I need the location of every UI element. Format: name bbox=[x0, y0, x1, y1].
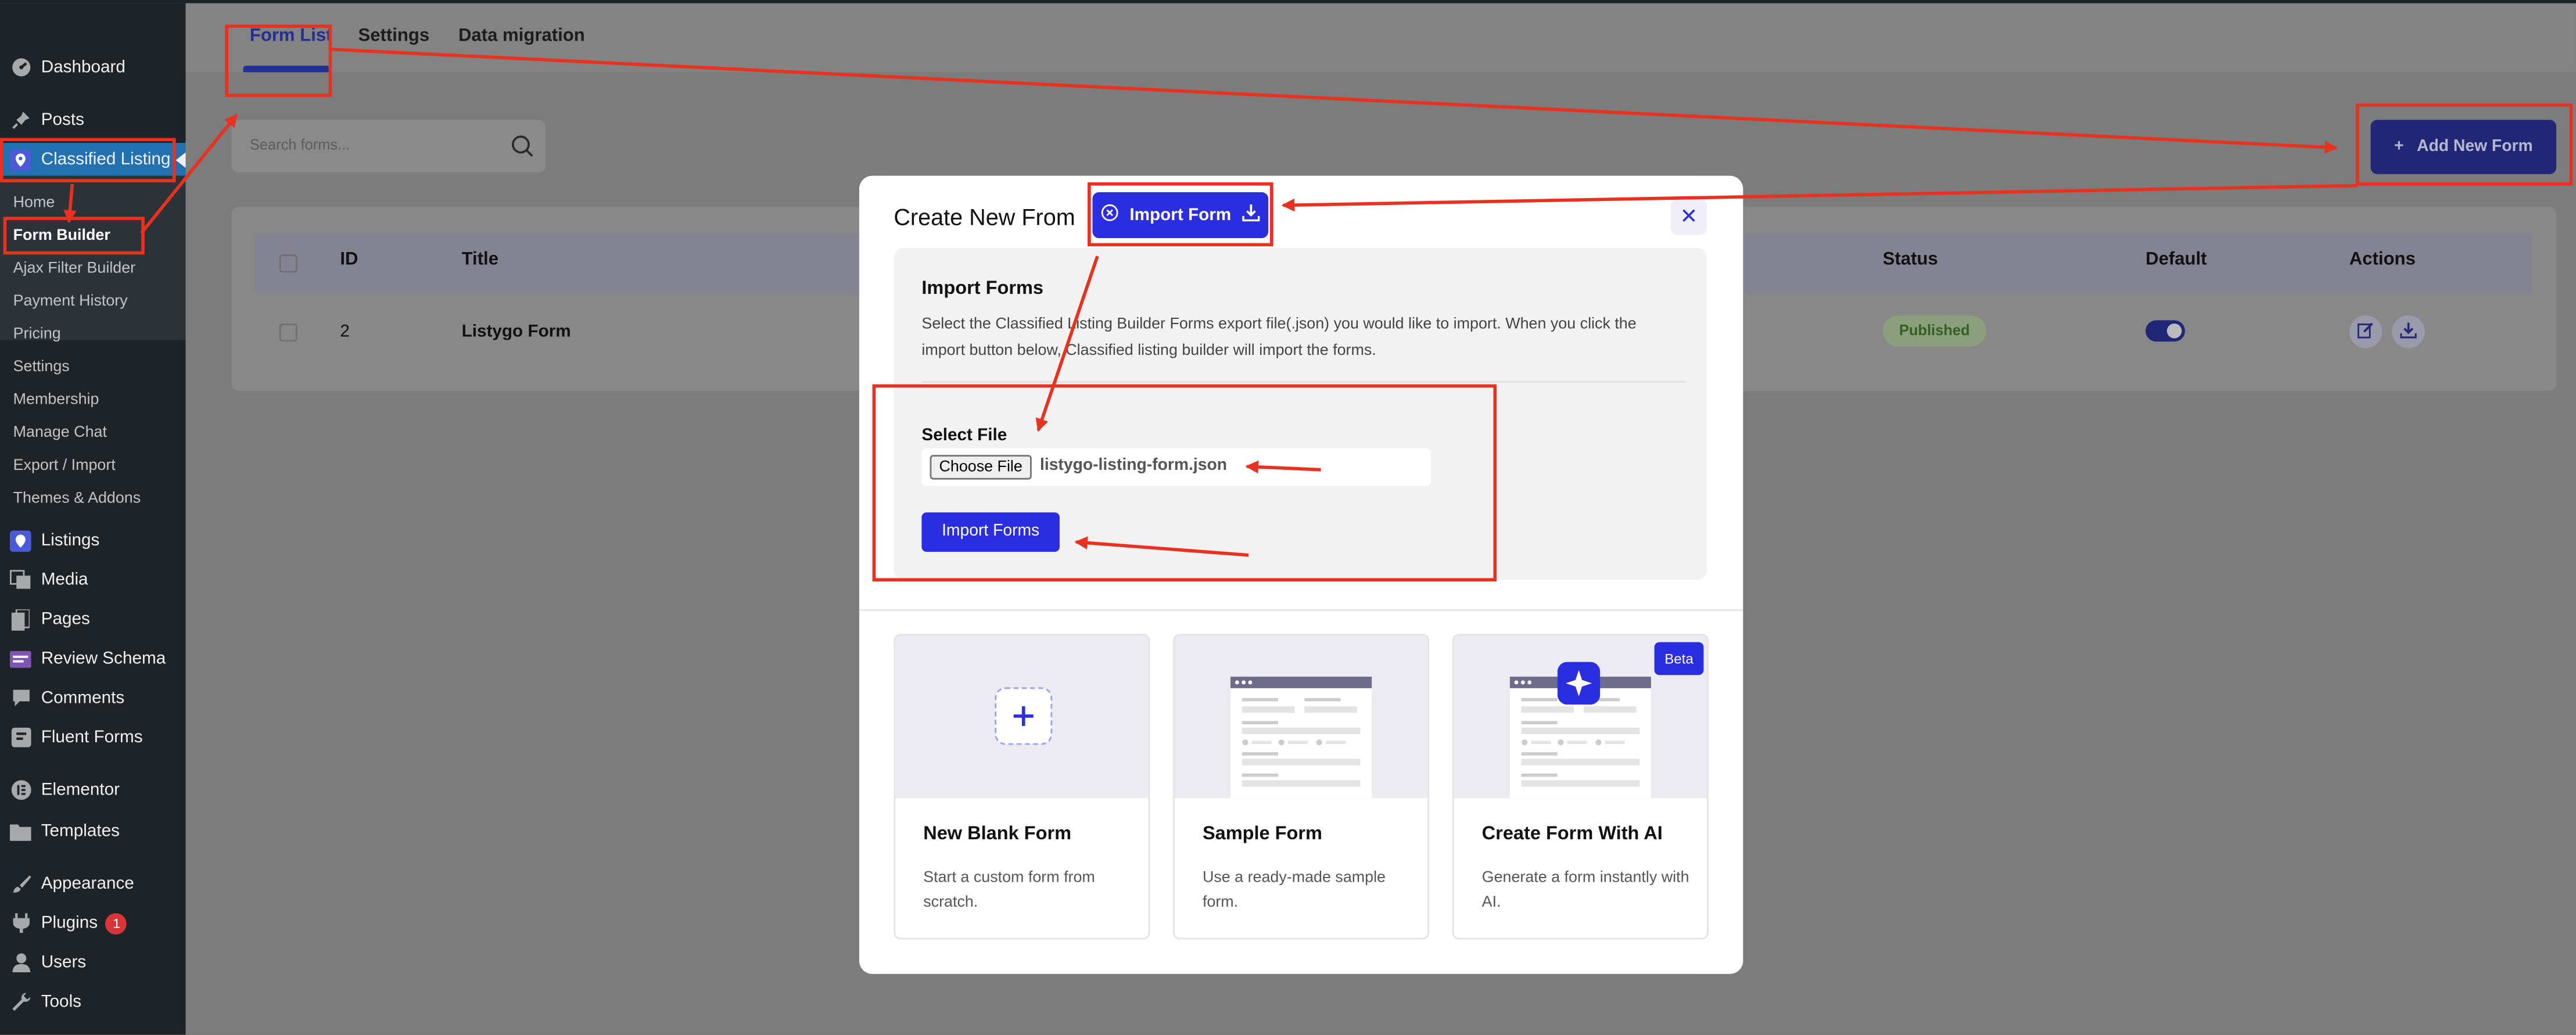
plugins-update-badge: 1 bbox=[106, 912, 128, 934]
sidebar-item-fluent-forms[interactable]: Fluent Forms bbox=[0, 721, 186, 754]
search-forms-input[interactable]: Search forms... bbox=[231, 120, 546, 172]
sidebar-item-posts[interactable]: Posts bbox=[0, 103, 186, 136]
tab-data-migration[interactable]: Data migration bbox=[458, 26, 585, 46]
import-form-button[interactable]: Import Form bbox=[1092, 192, 1269, 239]
plugin-icon bbox=[10, 912, 31, 934]
submenu-item-themes-addons[interactable]: Themes & Addons bbox=[13, 490, 141, 508]
column-header-title: Title bbox=[461, 249, 499, 269]
import-forms-panel: Import Forms Select the Classified Listi… bbox=[894, 247, 1707, 580]
sidebar-item-listings[interactable]: Listings bbox=[0, 524, 186, 557]
option-title: Create Form With AI bbox=[1481, 824, 1663, 844]
tab-bar: Form List Settings Data migration bbox=[185, 3, 2576, 73]
plus-icon: + bbox=[2394, 138, 2404, 156]
submenu-item-export-import[interactable]: Export / Import bbox=[13, 457, 116, 475]
active-tab-indicator bbox=[243, 66, 331, 73]
divider bbox=[921, 381, 1686, 383]
listing-pin-icon bbox=[9, 148, 31, 170]
create-form-modal: Create New From Import Form ✕ Import For… bbox=[859, 175, 1743, 974]
import-forms-heading: Import Forms bbox=[921, 279, 1044, 299]
sparkle-icon bbox=[1557, 662, 1601, 705]
column-header-actions: Actions bbox=[2349, 249, 2416, 269]
column-header-status: Status bbox=[1882, 249, 1938, 269]
download-icon bbox=[1243, 204, 1261, 227]
export-form-button[interactable] bbox=[2392, 315, 2425, 348]
sidebar-item-users[interactable]: Users bbox=[0, 946, 186, 979]
media-icon bbox=[9, 569, 31, 591]
add-icon bbox=[995, 687, 1053, 745]
wrench-icon bbox=[10, 991, 31, 1013]
modal-divider bbox=[859, 609, 1743, 611]
status-badge: Published bbox=[1882, 315, 1986, 347]
admin-sidebar: Dashboard Posts Classified Listing Home … bbox=[0, 3, 188, 1035]
option-description: Generate a form instantly with AI. bbox=[1481, 868, 1689, 912]
row-checkbox[interactable] bbox=[279, 324, 297, 342]
sample-form-preview bbox=[1174, 635, 1428, 799]
row-title[interactable]: Listygo Form bbox=[462, 322, 571, 342]
row-id: 2 bbox=[340, 322, 350, 342]
import-forms-description: Select the Classified Listing Builder Fo… bbox=[921, 315, 1637, 360]
submenu-item-form-builder[interactable]: Form Builder bbox=[13, 227, 110, 245]
blank-form-preview bbox=[895, 635, 1149, 799]
import-forms-submit-button[interactable]: Import Forms bbox=[921, 512, 1060, 552]
sidebar-item-templates[interactable]: Templates bbox=[0, 815, 186, 848]
sidebar-item-pages[interactable]: Pages bbox=[0, 603, 186, 636]
sidebar-item-dashboard[interactable]: Dashboard bbox=[0, 51, 186, 84]
option-card-create-form-with-ai[interactable]: Beta Create Form With AI Generate a form… bbox=[1452, 634, 1709, 940]
folder-icon bbox=[9, 820, 31, 842]
forms-icon bbox=[10, 727, 31, 748]
sidebar-item-appearance[interactable]: Appearance bbox=[0, 867, 186, 900]
form-preview-illustration bbox=[1230, 677, 1372, 799]
submenu-item-home[interactable]: Home bbox=[13, 194, 55, 212]
sidebar-item-classified-listing[interactable]: Classified Listing bbox=[0, 143, 186, 176]
sidebar-item-media[interactable]: Media bbox=[0, 563, 186, 596]
submenu-item-ajax-filter-builder[interactable]: Ajax Filter Builder bbox=[13, 260, 136, 278]
selected-file-name: listygo-listing-form.json bbox=[1039, 457, 1228, 475]
sidebar-item-tools[interactable]: Tools bbox=[0, 986, 186, 1019]
submenu-item-manage-chat[interactable]: Manage Chat bbox=[13, 424, 107, 442]
add-new-form-button[interactable]: + Add New Form bbox=[2370, 120, 2557, 174]
comment-icon bbox=[10, 687, 31, 709]
choose-file-button[interactable]: Choose File bbox=[930, 455, 1032, 480]
option-description: Start a custom form from scratch. bbox=[923, 868, 1095, 912]
close-modal-button[interactable]: ✕ bbox=[1670, 199, 1707, 235]
select-file-label: Select File bbox=[921, 425, 1007, 445]
submenu-item-settings[interactable]: Settings bbox=[13, 358, 70, 376]
option-title: New Blank Form bbox=[923, 824, 1072, 844]
sidebar-item-comments[interactable]: Comments bbox=[0, 682, 186, 715]
dashboard-icon bbox=[10, 57, 31, 78]
brush-icon bbox=[10, 873, 31, 894]
sidebar-item-elementor[interactable]: Elementor bbox=[0, 774, 186, 807]
sidebar-item-plugins[interactable]: Plugins 1 bbox=[0, 907, 186, 940]
tab-form-list[interactable]: Form List bbox=[250, 26, 332, 46]
pages-icon bbox=[10, 608, 31, 630]
pin-icon bbox=[10, 109, 31, 131]
column-header-id: ID bbox=[340, 249, 358, 269]
close-icon: ✕ bbox=[1680, 203, 1698, 229]
edit-form-button[interactable] bbox=[2349, 315, 2383, 348]
option-card-new-blank-form[interactable]: New Blank Form Start a custom form from … bbox=[894, 634, 1150, 940]
edit-icon bbox=[2357, 317, 2374, 347]
column-header-default: Default bbox=[2146, 249, 2207, 269]
close-circle-icon bbox=[1100, 204, 1118, 227]
sidebar-item-review-schema[interactable]: Review Schema bbox=[0, 642, 186, 675]
listing-pin-icon bbox=[9, 529, 31, 551]
user-icon bbox=[10, 952, 31, 973]
option-title: Sample Form bbox=[1202, 824, 1322, 844]
default-toggle[interactable] bbox=[2146, 320, 2185, 342]
select-all-checkbox[interactable] bbox=[279, 254, 297, 273]
elementor-icon bbox=[10, 779, 31, 801]
submenu-item-pricing[interactable]: Pricing bbox=[13, 325, 61, 343]
option-card-sample-form[interactable]: Sample Form Use a ready-made sample form… bbox=[1173, 634, 1430, 940]
tab-settings[interactable]: Settings bbox=[358, 26, 429, 46]
beta-badge: Beta bbox=[1654, 642, 1704, 675]
ai-form-preview: Beta bbox=[1454, 635, 1707, 799]
search-icon[interactable] bbox=[511, 135, 534, 166]
modal-title: Create New From bbox=[894, 203, 1075, 230]
download-icon bbox=[2400, 317, 2417, 347]
submenu-item-payment-history[interactable]: Payment History bbox=[13, 292, 128, 310]
review-icon bbox=[9, 648, 31, 670]
option-description: Use a ready-made sample form. bbox=[1202, 868, 1386, 912]
submenu-item-membership[interactable]: Membership bbox=[13, 391, 99, 409]
file-input[interactable]: Choose File listygo-listing-form.json bbox=[921, 448, 1431, 487]
